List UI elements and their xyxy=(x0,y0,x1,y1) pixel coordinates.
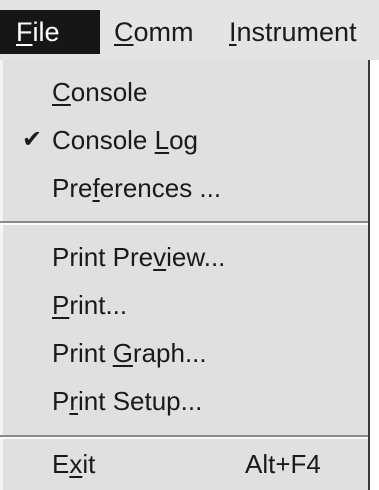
menu-instrument-label: nstrument xyxy=(236,17,357,47)
menu-item-exit[interactable]: Exit Alt+F4 xyxy=(0,440,368,488)
menu-item-console-label: Console xyxy=(52,77,148,107)
menu-instrument-accelerator: I xyxy=(229,17,237,47)
menu-comm[interactable]: Comm xyxy=(114,10,194,54)
menu-file-label: ile xyxy=(32,17,60,47)
menu-comm-label: omm xyxy=(133,17,194,47)
menu-item-console-log[interactable]: ✔ Console Log xyxy=(0,116,368,164)
menu-item-print-preview-label: Print Preview... xyxy=(52,242,226,272)
checkmark-icon: ✔ xyxy=(22,126,43,153)
menu-file[interactable]: File xyxy=(0,10,100,54)
menu-instrument[interactable]: Instrument xyxy=(229,10,357,54)
menu-item-print-setup-label: Print Setup... xyxy=(52,386,203,416)
menu-item-print-graph[interactable]: Print Graph... xyxy=(0,329,368,377)
file-dropdown-menu: Console ✔ Console Log Preferences ... Pr… xyxy=(0,60,370,490)
menu-item-print[interactable]: Print... xyxy=(0,281,368,329)
menu-item-preferences-label: Preferences ... xyxy=(52,173,222,203)
menu-item-print-preview[interactable]: Print Preview... xyxy=(0,233,368,281)
menu-file-accelerator: F xyxy=(16,17,33,47)
menu-bar: File Comm Instrument xyxy=(0,0,379,60)
menu-item-preferences[interactable]: Preferences ... xyxy=(0,164,368,212)
menu-item-console-log-label: Console Log xyxy=(52,125,199,155)
menu-item-exit-shortcut: Alt+F4 xyxy=(245,449,321,479)
menu-separator xyxy=(0,435,368,439)
menu-comm-accelerator: C xyxy=(114,17,134,47)
menu-item-print-setup[interactable]: Print Setup... xyxy=(0,377,368,425)
menu-separator xyxy=(0,221,368,225)
menu-item-print-graph-label: Print Graph... xyxy=(52,338,207,368)
menu-item-exit-label: Exit xyxy=(52,449,96,479)
menu-item-print-label: Print... xyxy=(52,290,128,320)
menu-item-console[interactable]: Console xyxy=(0,68,368,116)
